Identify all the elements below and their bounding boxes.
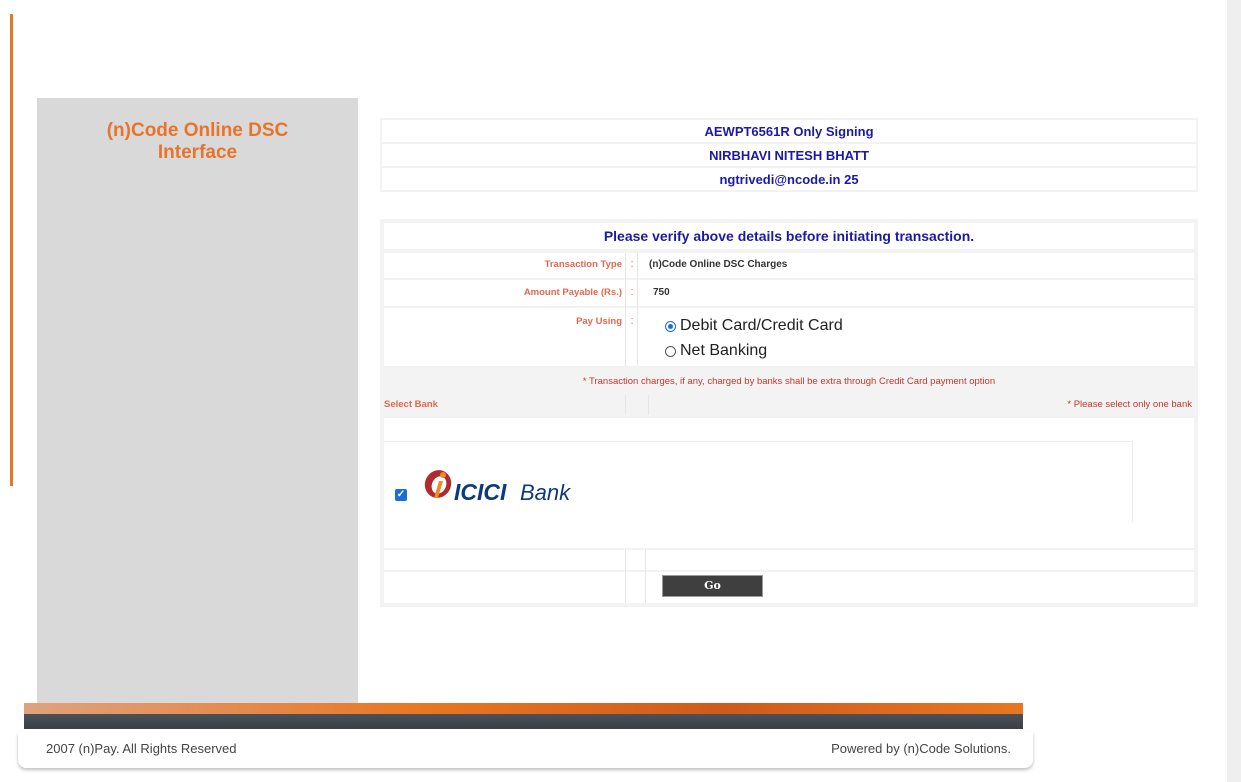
checkbox-checked-icon[interactable]: ✓ [395, 489, 407, 501]
amount-row: Amount Payable (Rs.) : 750 [384, 280, 1194, 306]
right-gutter [1227, 0, 1241, 782]
pan-signing-text: AEWPT6561R Only Signing [382, 120, 1196, 142]
go-button[interactable]: Go [662, 575, 763, 597]
payment-form: Please verify above details before initi… [380, 219, 1198, 607]
select-one-note: * Please select only one bank [1067, 399, 1192, 410]
icici-logo-icon[interactable]: ICICI Bank [424, 467, 624, 507]
copyright-text: 2007 (n)Pay. All Rights Reserved [46, 741, 237, 756]
amount-value: 750 [653, 287, 670, 298]
user-name-text: NIRBHAVI NITESH BHATT [382, 144, 1196, 166]
column-divider [637, 253, 638, 366]
sidebar-title-line2: Interface [157, 142, 238, 163]
svg-text:ICICI: ICICI [454, 479, 507, 505]
column-divider [625, 395, 626, 415]
amount-label: Amount Payable (Rs.) [523, 287, 622, 298]
transaction-type-value: (n)Code Online DSC Charges [649, 259, 788, 270]
charges-note: * Transaction charges, if any, charged b… [582, 376, 996, 387]
option-net-banking[interactable]: Net Banking [665, 342, 767, 360]
info-row: NIRBHAVI NITESH BHATT [382, 144, 1196, 166]
transaction-type-row: Transaction Type : (n)Code Online DSC Ch… [384, 253, 1194, 278]
svg-text:Bank: Bank [520, 480, 571, 505]
option-debit-credit[interactable]: Debit Card/Credit Card [665, 317, 843, 335]
user-info-table: AEWPT6561R Only Signing NIRBHAVI NITESH … [380, 118, 1198, 192]
submit-row [384, 572, 1194, 603]
footer: 2007 (n)Pay. All Rights Reserved Powered… [18, 732, 1033, 768]
footer-accent-stripe [24, 703, 1023, 714]
transaction-type-label: Transaction Type [544, 259, 622, 270]
user-email-text: ngtrivedi@ncode.in 25 [382, 168, 1196, 190]
sidebar-title-line1: (n)Code Online DSC [106, 120, 289, 141]
select-bank-label: Select Bank [384, 399, 438, 410]
option-debit-credit-label: Debit Card/Credit Card [680, 317, 843, 334]
sidebar: (n)Code Online DSC Interface [37, 98, 358, 710]
pay-using-row: Pay Using : Debit Card/Credit Card Net B… [384, 308, 1194, 366]
radio-selected-icon[interactable] [665, 320, 676, 332]
column-divider [648, 395, 649, 415]
info-row: AEWPT6561R Only Signing [382, 120, 1196, 142]
colon-separator: : [630, 315, 634, 327]
powered-by-text: Powered by (n)Code Solutions. [831, 741, 1011, 756]
info-row: ngtrivedi@ncode.in 25 [382, 168, 1196, 190]
radio-unselected-icon[interactable] [665, 345, 676, 357]
pay-using-label: Pay Using [576, 316, 622, 327]
verify-heading: Please verify above details before initi… [384, 223, 1194, 249]
colon-separator: : [630, 258, 634, 270]
orange-accent-rule [10, 14, 13, 486]
spacer-row [384, 550, 1194, 570]
colon-separator: : [630, 286, 634, 298]
option-net-banking-label: Net Banking [680, 342, 768, 359]
column-divider [625, 550, 626, 603]
sidebar-title: (n)Code Online DSC Interface [37, 120, 358, 164]
column-divider [645, 550, 646, 603]
column-divider [625, 253, 626, 366]
